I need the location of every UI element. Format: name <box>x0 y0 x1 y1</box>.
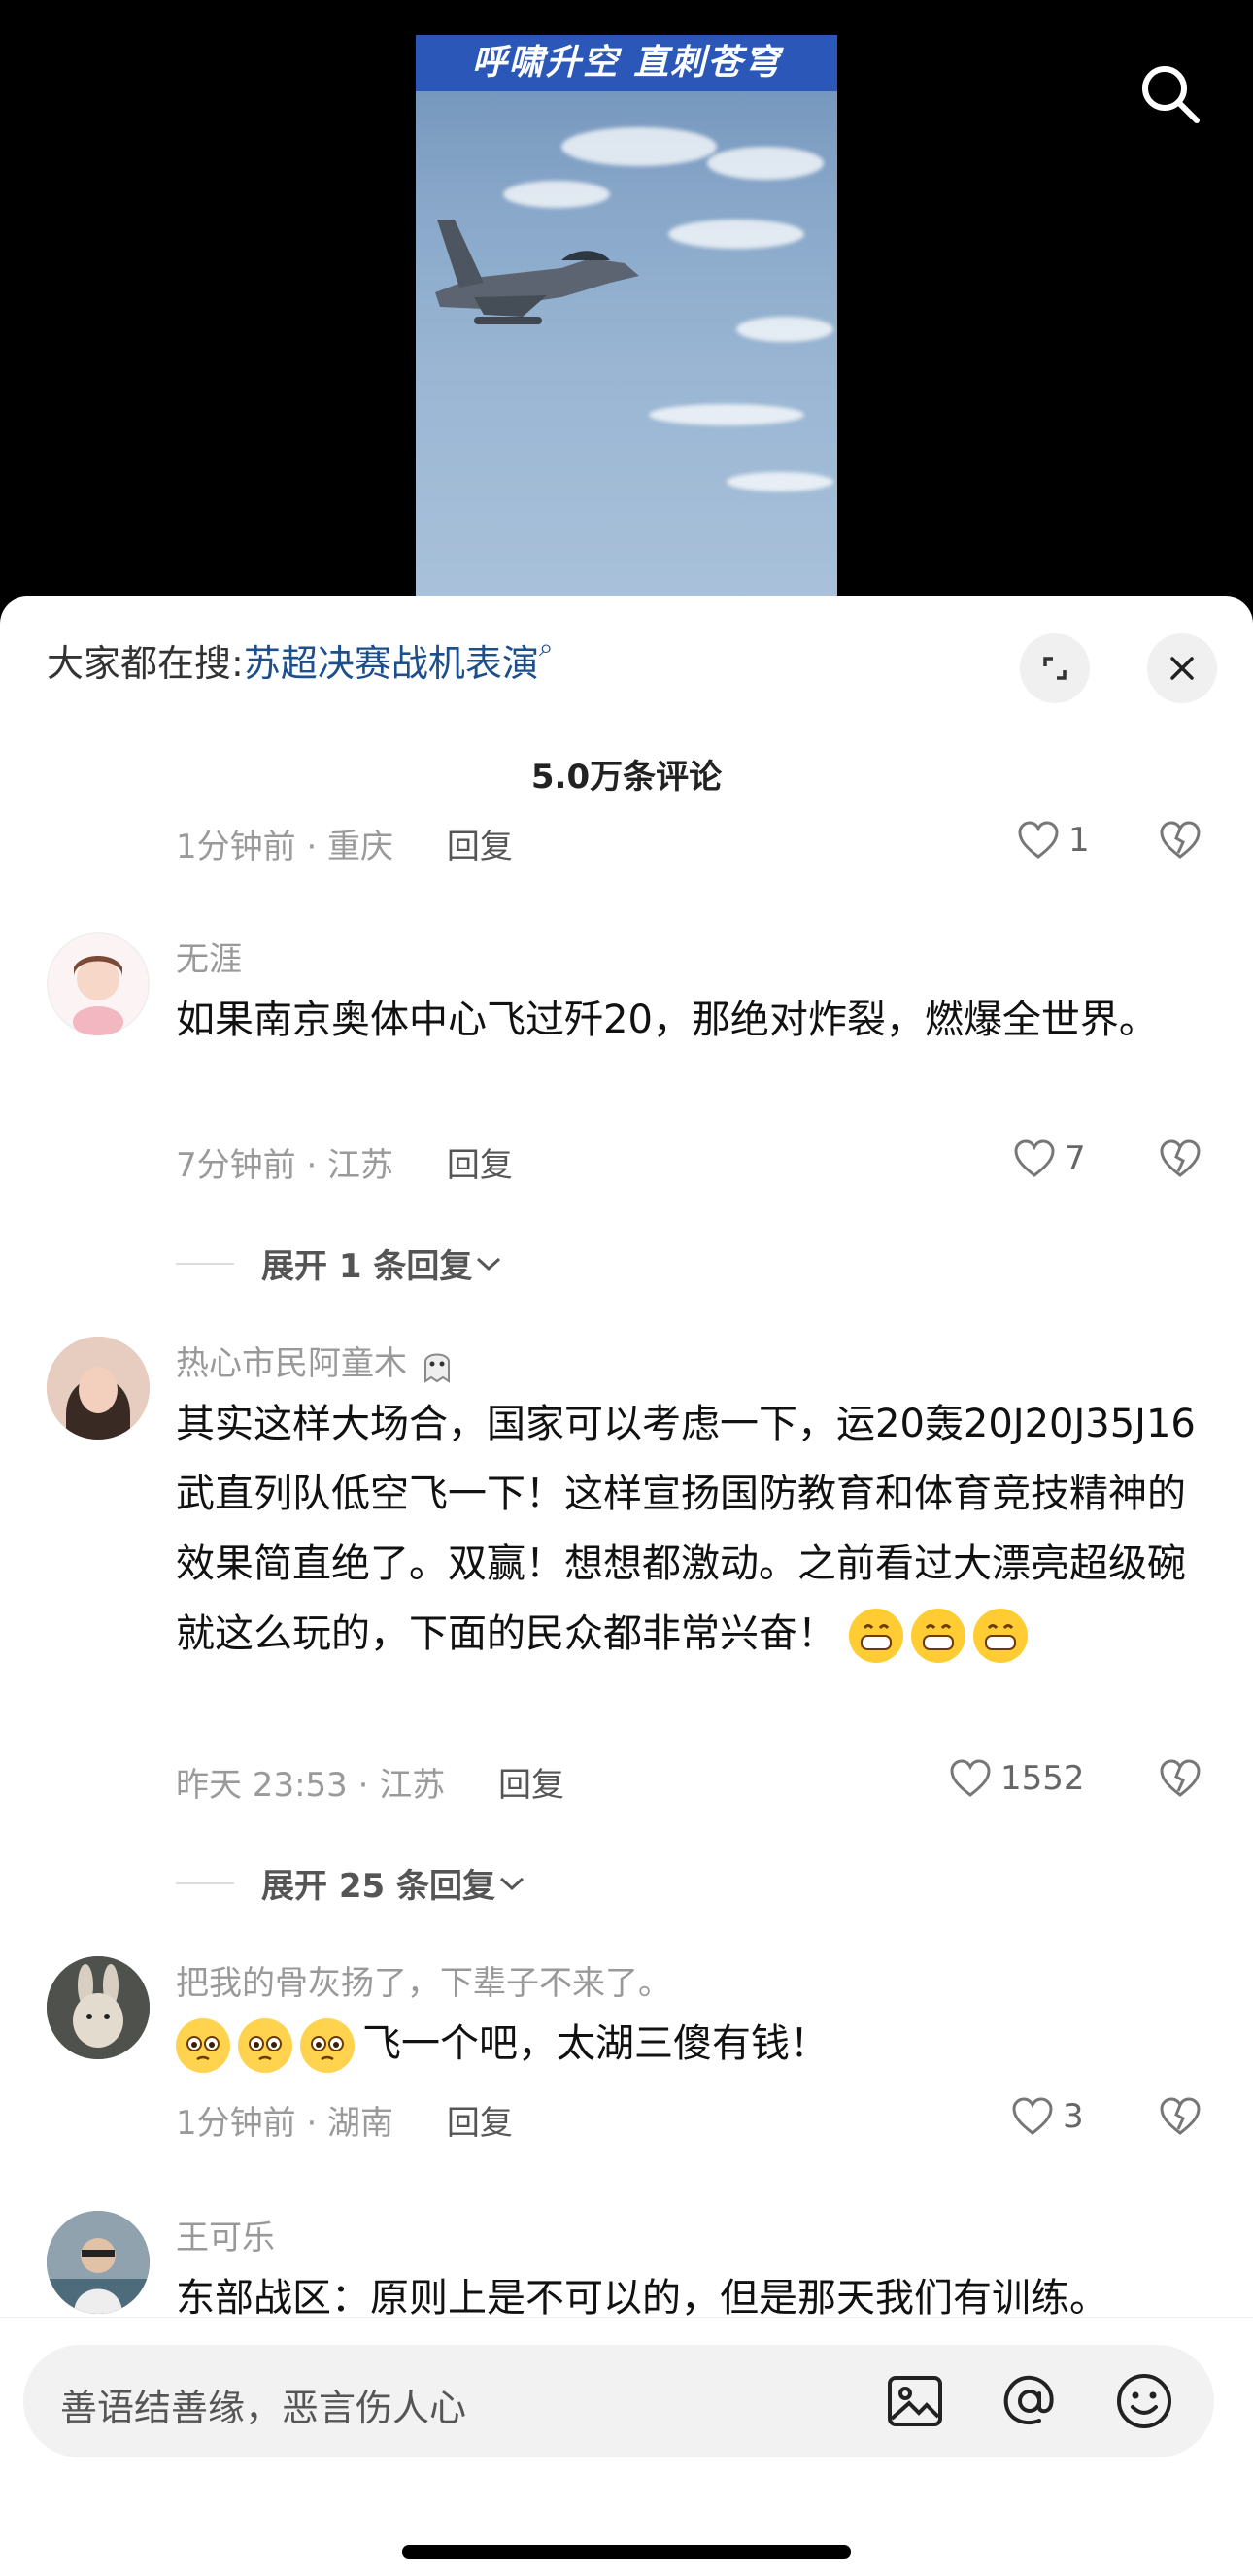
comment-text: 如果南京奥体中心飞过歼20，那绝对炸裂，燃爆全世界。 <box>176 998 1158 1042</box>
like-button[interactable]: 3 <box>1010 2096 1084 2137</box>
like-count: 1 <box>1068 821 1090 860</box>
heart-icon <box>950 1759 991 1797</box>
comment-author[interactable]: 无涯 <box>176 932 242 980</box>
video-player[interactable]: 呼啸升空 直刺苍穹 <box>0 0 1253 622</box>
comment-meta: 昨天 23:53 · 江苏 回复 <box>176 1758 564 1806</box>
expand-icon <box>1043 657 1067 680</box>
comment-author-name: 热心市民阿童木 <box>176 1344 407 1383</box>
avatar[interactable] <box>47 2211 150 2314</box>
mention-button[interactable] <box>999 2370 1061 2432</box>
emoji-icon <box>1117 2374 1171 2428</box>
grin-emoji-icon <box>972 1609 1028 1663</box>
like-count: 7 <box>1065 1139 1086 1178</box>
comment-input-bar: 善语结善缘，恶言伤人心 <box>0 2317 1253 2576</box>
hot-search-prefix: 大家都在搜: <box>47 642 244 685</box>
comment-time-location: 1分钟前 · 湖南 <box>176 2104 394 2143</box>
fullscreen-button[interactable] <box>1020 633 1090 703</box>
comment-meta: 1分钟前 · 重庆 回复 <box>176 820 513 867</box>
fighter-jet-image <box>435 220 639 324</box>
chevron-down-icon <box>499 1877 525 1890</box>
divider <box>176 1262 234 1265</box>
dislike-button[interactable] <box>1158 1138 1202 1183</box>
comment-author[interactable]: 把我的骨灰扬了，下辈子不来了。 <box>176 1956 671 2004</box>
expand-replies-button[interactable]: 展开 25 条回复 <box>176 1859 528 1907</box>
small-search-icon: ⌕ <box>538 633 554 662</box>
heart-icon <box>1014 1139 1055 1177</box>
heart-icon <box>1012 2097 1053 2135</box>
like-count: 1552 <box>1000 1759 1085 1798</box>
hot-search-row: 大家都在搜:苏超决赛战机表演⌕ <box>47 633 553 687</box>
comment-author[interactable]: 王可乐 <box>176 2211 275 2258</box>
close-button[interactable] <box>1147 633 1217 703</box>
dislike-button[interactable] <box>1158 2096 1202 2141</box>
pleading-emoji-icon <box>300 2018 355 2073</box>
like-button[interactable]: 1 <box>1016 820 1090 861</box>
comment-text: 飞一个吧，太湖三傻有钱！ <box>176 2009 1196 2079</box>
grin-emoji-icon <box>910 1609 965 1663</box>
comment-meta: 7分钟前 · 江苏 回复 <box>176 1138 513 1186</box>
expand-replies-button[interactable]: 展开 1 条回复 <box>176 1239 505 1287</box>
video-caption: 呼啸升空 直刺苍穹 <box>416 35 837 91</box>
video-frame[interactable]: 呼啸升空 直刺苍穹 <box>416 35 837 598</box>
broken-heart-icon <box>1160 1759 1201 1797</box>
dislike-button[interactable] <box>1158 820 1202 864</box>
comment-text-content: 飞一个吧，太湖三傻有钱！ <box>362 2021 829 2066</box>
comment-time-location: 昨天 23:53 · 江苏 <box>176 1766 446 1805</box>
chevron-down-icon <box>477 1257 501 1271</box>
close-icon <box>1170 657 1194 680</box>
image-button[interactable] <box>884 2370 946 2432</box>
search-icon <box>1142 66 1200 123</box>
comment-sheet: 大家都在搜:苏超决赛战机表演⌕ 5.0万条评论 1分钟前 · 重庆 回复 1 无… <box>0 596 1253 2576</box>
reply-button[interactable]: 回复 <box>447 2104 513 2143</box>
broken-heart-icon <box>1160 2097 1201 2135</box>
avatar[interactable] <box>47 1337 150 1440</box>
dislike-button[interactable] <box>1158 1758 1202 1803</box>
hot-search-link[interactable]: 苏超决赛战机表演⌕ <box>243 633 554 685</box>
comment-meta: 1分钟前 · 湖南 回复 <box>176 2096 513 2144</box>
avatar[interactable] <box>47 932 150 1035</box>
emoji-button[interactable] <box>1113 2370 1175 2432</box>
comment-time-location: 7分钟前 · 江苏 <box>176 1146 394 1185</box>
hot-search-term: 苏超决赛战机表演 <box>243 642 539 685</box>
search-button[interactable] <box>1136 60 1202 126</box>
expand-replies-label: 展开 1 条回复 <box>261 1247 473 1286</box>
comment-input[interactable]: 善语结善缘，恶言伤人心 <box>23 2345 1214 2457</box>
comment-text-content: 其实这样大场合，国家可以考虑一下，运20轰20J20J35J16武直列队低空飞一… <box>176 1402 1196 1656</box>
like-count: 3 <box>1063 2097 1084 2136</box>
image-icon <box>888 2376 942 2426</box>
comment-text: 东部战区：原则上是不可以的，但是那天我们有训练。 <box>176 2276 1108 2317</box>
comment-count: 5.0万条评论 <box>530 758 723 797</box>
like-button[interactable]: 7 <box>1012 1138 1086 1179</box>
grin-emoji-icon <box>848 1609 903 1663</box>
heart-icon <box>1018 821 1059 859</box>
comment-input-placeholder: 善语结善缘，恶言伤人心 <box>60 2387 467 2429</box>
reply-button[interactable]: 回复 <box>498 1766 564 1805</box>
home-indicator[interactable] <box>402 2545 851 2559</box>
at-icon <box>1003 2375 1054 2424</box>
pleading-emoji-icon <box>176 2018 230 2073</box>
broken-heart-icon <box>1160 821 1201 859</box>
like-button[interactable]: 1552 <box>948 1758 1085 1799</box>
broken-heart-icon <box>1160 1139 1201 1177</box>
reply-button[interactable]: 回复 <box>447 1146 513 1185</box>
comment-time-location: 1分钟前 · 重庆 <box>176 828 394 866</box>
avatar[interactable] <box>47 1956 150 2059</box>
comment-author[interactable]: 热心市民阿童木 <box>176 1337 457 1385</box>
reply-button[interactable]: 回复 <box>447 828 513 866</box>
divider <box>176 1881 234 1884</box>
expand-replies-label: 展开 25 条回复 <box>261 1867 495 1906</box>
pleading-emoji-icon <box>238 2018 292 2073</box>
ghost-emoji-icon <box>418 1346 457 1385</box>
comment-text: 其实这样大场合，国家可以考虑一下，运20轰20J20J35J16武直列队低空飞一… <box>176 1389 1196 1669</box>
